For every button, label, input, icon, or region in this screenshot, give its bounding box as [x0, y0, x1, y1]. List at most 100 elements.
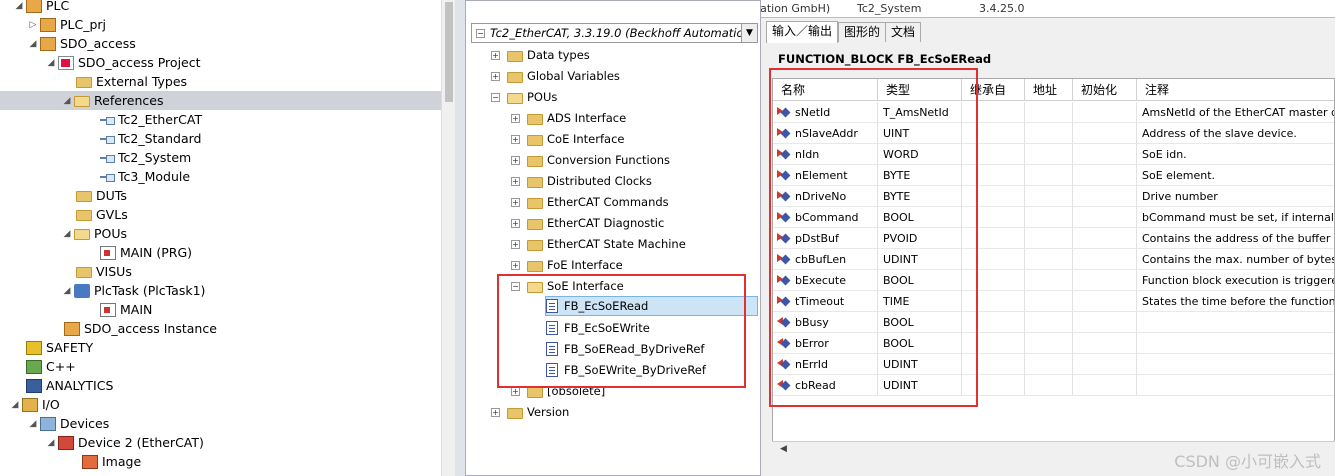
cell-type[interactable]: T_AmsNetId: [878, 102, 962, 123]
cell-address[interactable]: [1025, 228, 1073, 249]
cell-comment[interactable]: SoE idn.: [1137, 144, 1334, 165]
cell-inherited[interactable]: [962, 228, 1025, 249]
cell-type[interactable]: BOOL: [878, 333, 962, 354]
lib-item-ethercat-commands[interactable]: + EtherCAT Commands: [511, 192, 669, 212]
tree-item-visus[interactable]: VISUs: [0, 262, 441, 281]
lib-item-distributed-clocks[interactable]: + Distributed Clocks: [511, 171, 652, 191]
cell-address[interactable]: [1025, 291, 1073, 312]
expand-icon[interactable]: +: [491, 407, 500, 417]
cell-address[interactable]: [1025, 375, 1073, 396]
cell-init[interactable]: [1073, 333, 1137, 354]
lib-item-ethercat-state-machine[interactable]: + EtherCAT State Machine: [511, 234, 686, 254]
cell-inherited[interactable]: [962, 207, 1025, 228]
cell-type[interactable]: WORD: [878, 144, 962, 165]
expand-icon[interactable]: +: [511, 134, 520, 144]
tree-item-references[interactable]: ◢ References: [0, 91, 441, 110]
expand-icon[interactable]: +: [511, 176, 520, 186]
lib-item-ethercat-diagnostic[interactable]: + EtherCAT Diagnostic: [511, 213, 664, 233]
tree-item-plc-prj[interactable]: ▷ PLC_prj: [0, 15, 441, 34]
cell-name[interactable]: nIdn: [773, 144, 878, 165]
cell-inherited[interactable]: [962, 102, 1025, 123]
cell-address[interactable]: [1025, 333, 1073, 354]
cell-inherited[interactable]: [962, 270, 1025, 291]
lib-item-fb-soeread-bydriveref[interactable]: FB_SoERead_ByDriveRef: [546, 339, 704, 359]
cell-comment[interactable]: [1137, 312, 1334, 333]
cell-address[interactable]: [1025, 144, 1073, 165]
cell-name[interactable]: bExecute: [773, 270, 878, 291]
cell-name[interactable]: bBusy: [773, 312, 878, 333]
splitter[interactable]: [455, 0, 465, 476]
cell-init[interactable]: [1073, 249, 1137, 270]
cell-name[interactable]: pDstBuf: [773, 228, 878, 249]
lib-item-foe-interface[interactable]: + FoE Interface: [511, 255, 623, 275]
cell-name[interactable]: bCommand: [773, 207, 878, 228]
cell-init[interactable]: [1073, 375, 1137, 396]
collapse-icon[interactable]: −: [491, 92, 500, 102]
expand-icon[interactable]: +: [511, 260, 520, 270]
cell-inherited[interactable]: [962, 333, 1025, 354]
dropdown-arrow-icon[interactable]: ▼: [741, 24, 757, 42]
cell-address[interactable]: [1025, 165, 1073, 186]
cell-type[interactable]: UDINT: [878, 354, 962, 375]
cell-address[interactable]: [1025, 123, 1073, 144]
cell-type[interactable]: TIME: [878, 291, 962, 312]
expand-icon[interactable]: +: [511, 386, 520, 396]
tree-item-plc[interactable]: ◢ PLC: [0, 0, 441, 15]
tree-item-gvls[interactable]: GVLs: [0, 205, 441, 224]
cell-name[interactable]: nElement: [773, 165, 878, 186]
lib-item-global-variables[interactable]: + Global Variables: [491, 66, 620, 86]
library-selector[interactable]: − Tc2_EtherCAT, 3.3.19.0 (Beckhoff Autom…: [471, 23, 758, 43]
lib-item-coe-interface[interactable]: + CoE Interface: [511, 129, 624, 149]
cell-inherited[interactable]: [962, 249, 1025, 270]
tree-item-io[interactable]: ◢ I/O: [0, 395, 441, 414]
tree-item-analytics[interactable]: ANALYTICS: [0, 376, 441, 395]
tree-item-sdo-access[interactable]: ◢ SDO_access: [0, 34, 441, 53]
tab-graphical[interactable]: 图形的: [838, 22, 887, 42]
tree-item-sdo-access-project[interactable]: ◢ SDO_access Project: [0, 53, 441, 72]
tree-item-pous[interactable]: ◢ POUs: [0, 224, 441, 243]
tree-item-device-2[interactable]: ◢ Device 2 (EtherCAT): [0, 433, 441, 452]
cell-name[interactable]: sNetId: [773, 102, 878, 123]
column-header-inherited[interactable]: 继承自: [962, 79, 1025, 101]
tree-item-tc3-module[interactable]: Tc3_Module: [0, 167, 441, 186]
scrollbar-thumb[interactable]: [445, 2, 453, 102]
cell-init[interactable]: [1073, 144, 1137, 165]
cell-comment[interactable]: Address of the slave device.: [1137, 123, 1334, 144]
cell-address[interactable]: [1025, 186, 1073, 207]
cell-address[interactable]: [1025, 249, 1073, 270]
tree-item-plctask[interactable]: ◢ PlcTask (PlcTask1): [0, 281, 441, 300]
cell-inherited[interactable]: [962, 291, 1025, 312]
cell-comment[interactable]: [1137, 354, 1334, 375]
cell-address[interactable]: [1025, 270, 1073, 291]
lib-item-ads-interface[interactable]: + ADS Interface: [511, 108, 626, 128]
lib-item-fb-soewrite-bydriveref[interactable]: FB_SoEWrite_ByDriveRef: [546, 360, 706, 380]
tree-item-image[interactable]: Image: [0, 452, 441, 471]
cell-init[interactable]: [1073, 354, 1137, 375]
left-scrollbar[interactable]: [441, 0, 455, 476]
lib-item-pous[interactable]: − POUs: [491, 87, 557, 107]
cell-comment[interactable]: Contains the max. number of bytes t: [1137, 249, 1334, 270]
cell-type[interactable]: BYTE: [878, 165, 962, 186]
tree-item-devices[interactable]: ◢ Devices: [0, 414, 441, 433]
cell-init[interactable]: [1073, 207, 1137, 228]
cell-name[interactable]: nErrId: [773, 354, 878, 375]
collapse-icon[interactable]: −: [476, 28, 485, 38]
tree-item-cpp[interactable]: C++: [0, 357, 441, 376]
expand-icon[interactable]: +: [511, 239, 520, 249]
cell-init[interactable]: [1073, 186, 1137, 207]
tree-item-external-types[interactable]: External Types: [0, 72, 441, 91]
cell-inherited[interactable]: [962, 375, 1025, 396]
cell-comment[interactable]: bCommand must be set, if internal co: [1137, 207, 1334, 228]
tree-item-sdo-access-instance[interactable]: SDO_access Instance: [0, 319, 441, 338]
tree-item-safety[interactable]: SAFETY: [0, 338, 441, 357]
lib-item-version[interactable]: + Version: [491, 402, 569, 422]
cell-name[interactable]: cbBufLen: [773, 249, 878, 270]
cell-comment[interactable]: [1137, 375, 1334, 396]
tab-documentation[interactable]: 文档: [885, 22, 922, 42]
cell-name[interactable]: tTimeout: [773, 291, 878, 312]
cell-comment[interactable]: AmsNetId of the EtherCAT master de: [1137, 102, 1334, 123]
expand-icon[interactable]: +: [491, 71, 500, 81]
column-header-init[interactable]: 初始化: [1073, 79, 1137, 101]
lib-item-conversion-functions[interactable]: + Conversion Functions: [511, 150, 670, 170]
cell-comment[interactable]: SoE element.: [1137, 165, 1334, 186]
